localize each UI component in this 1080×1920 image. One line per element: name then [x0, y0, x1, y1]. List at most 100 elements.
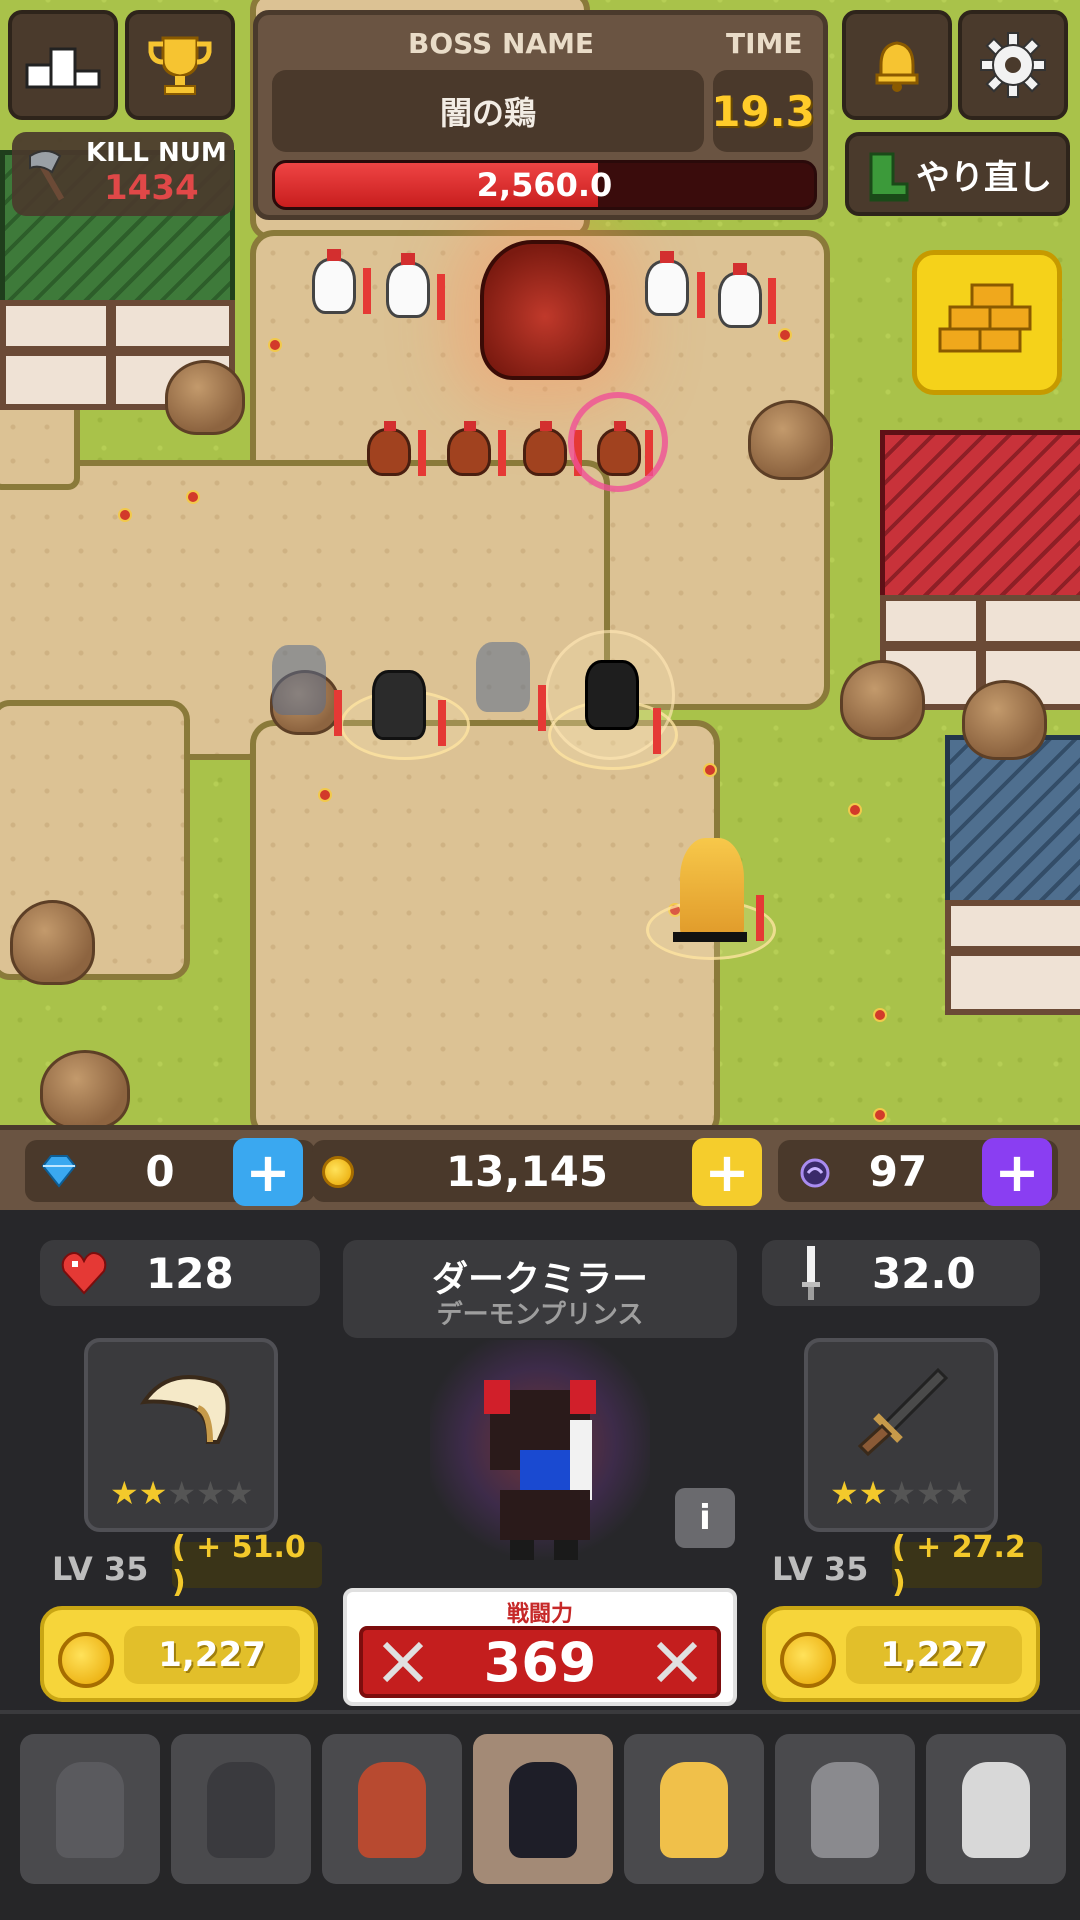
hay-stack [840, 660, 925, 740]
enemy-chicken[interactable] [718, 263, 762, 328]
hero-title: デーモンプリンス [436, 1300, 644, 1330]
stats-button[interactable] [8, 10, 118, 120]
star-icon: ★ [110, 1474, 139, 1512]
boss-panel: BOSS NAME TIME 闇の鶏 19.3 2,560.0 [253, 10, 828, 220]
retry-label: やり直し [916, 157, 1052, 198]
enemy-chicken[interactable] [523, 421, 567, 476]
crossed-swords-icon [382, 1641, 424, 1683]
enemy-chicken[interactable] [645, 251, 689, 316]
add-orbs-button[interactable]: + [982, 1138, 1052, 1206]
character-tab[interactable] [775, 1734, 915, 1884]
combat-power-bar: 369 [359, 1626, 721, 1698]
hero-panel: 128 ダークミラー デーモンプリンス 32.0 ★★★★★ LV 35 ( +… [0, 1210, 1080, 1710]
character-tab[interactable] [624, 1734, 764, 1884]
heart-icon [61, 1252, 107, 1295]
sword-icon [802, 1246, 820, 1300]
fire-mage-icon [358, 1762, 426, 1858]
kill-num-value: 1434 [104, 168, 199, 208]
boss-name-label: BOSS NAME [408, 27, 595, 60]
attack-value: 32.0 [872, 1248, 976, 1298]
star-icon: ★ [196, 1474, 225, 1512]
hay-stack [962, 680, 1047, 760]
character-tab[interactable] [171, 1734, 311, 1884]
hay-stack [40, 1050, 130, 1125]
blue-roof-house [945, 735, 1080, 1015]
character-tab[interactable] [322, 1734, 462, 1884]
star-icon: ★ [138, 1474, 168, 1512]
hero-fire-mage[interactable] [372, 670, 426, 740]
hero-info-button[interactable]: i [675, 1488, 735, 1548]
hero-ghost [272, 645, 326, 715]
settings-button[interactable] [958, 10, 1068, 120]
add-gems-button[interactable]: + [233, 1138, 303, 1206]
zombie-icon [811, 1762, 879, 1858]
helmet-upgrade-button[interactable]: 1,227 [40, 1606, 318, 1702]
hero-portrait [430, 1340, 650, 1570]
helmet-upgrade-cost: 1,227 [124, 1626, 300, 1684]
demon-prince-sprite [484, 1380, 596, 1560]
podium-icon [25, 47, 101, 89]
trophy-button[interactable] [125, 10, 235, 120]
elf-girl-icon [660, 1762, 728, 1858]
bell-icon [875, 41, 919, 92]
sword-bonus: ( + 27.2 ) [892, 1530, 1042, 1600]
gem-value: 0 [145, 1146, 175, 1196]
hero-demon-prince[interactable] [585, 660, 639, 730]
hay-stack [10, 900, 95, 985]
boss-hp-value: 2,560.0 [476, 166, 613, 204]
enemy-chicken[interactable] [367, 421, 411, 476]
enemy-chicken[interactable] [447, 421, 491, 476]
equip-slot-helmet[interactable]: ★★★★★ [84, 1338, 278, 1532]
equip-slot-sword[interactable]: ★★★★★ [804, 1338, 998, 1532]
orb-value: 97 [868, 1146, 928, 1196]
boss-timer: 19.3 [711, 70, 815, 152]
notification-button[interactable] [842, 10, 952, 120]
orb-icon [800, 1158, 830, 1188]
kill-num-label: KILL NUM [86, 138, 227, 168]
hp-value: 128 [146, 1248, 234, 1298]
combat-power: 戦闘力 369 [343, 1588, 737, 1706]
coin-icon [780, 1632, 836, 1688]
star-icon: ★ [830, 1474, 859, 1512]
boss-hp-bar: 2,560.0 [272, 160, 817, 210]
add-gold-button[interactable]: + [692, 1138, 762, 1206]
red-roof-house [880, 430, 1080, 710]
golem-icon [962, 1762, 1030, 1858]
boss-dark-chicken[interactable] [480, 240, 610, 380]
gold-value: 13,145 [445, 1146, 609, 1196]
character-tab[interactable] [473, 1734, 613, 1884]
demon-prince-icon [509, 1762, 577, 1858]
star-icon: ★ [224, 1474, 254, 1512]
hero-ghost [476, 642, 530, 712]
hero-bell-mage[interactable] [680, 838, 744, 938]
sword-star-rating: ★★★★★ [830, 1474, 973, 1512]
gold-bonus-button[interactable] [912, 250, 1062, 395]
star-icon: ★ [887, 1474, 917, 1512]
star-icon: ★ [167, 1474, 197, 1512]
enemy-chicken[interactable] [386, 253, 430, 318]
time-label: TIME [726, 27, 803, 60]
helmet-star-rating: ★★★★★ [110, 1474, 253, 1512]
enemy-chicken[interactable] [312, 249, 356, 314]
character-tab-bar [0, 1710, 1080, 1920]
currency-bar: 0 + 13,145 + 97 + [0, 1125, 1080, 1210]
sword-weapon-icon [857, 1367, 949, 1457]
sword-upgrade-button[interactable]: 1,227 [762, 1606, 1040, 1702]
gear-icon [980, 32, 1046, 98]
kill-counter: KILL NUM 1434 [12, 132, 234, 216]
star-icon: ★ [858, 1474, 888, 1512]
dark-knight-icon [56, 1762, 124, 1858]
combat-power-label: 戦闘力 [506, 1602, 573, 1627]
helmet-bonus: ( + 51.0 ) [172, 1530, 322, 1600]
helmet-icon [139, 1375, 230, 1444]
helmet-level: LV 35 [52, 1550, 149, 1588]
trophy-icon [148, 36, 212, 95]
retry-button[interactable]: やり直し [845, 132, 1070, 216]
character-tab[interactable] [926, 1734, 1066, 1884]
hay-stack [165, 360, 245, 435]
star-icon: ★ [916, 1474, 945, 1512]
boss-name: 闇の鶏 [272, 70, 704, 152]
hay-stack [748, 400, 833, 480]
target-reticle [568, 392, 668, 492]
character-tab[interactable] [20, 1734, 160, 1884]
